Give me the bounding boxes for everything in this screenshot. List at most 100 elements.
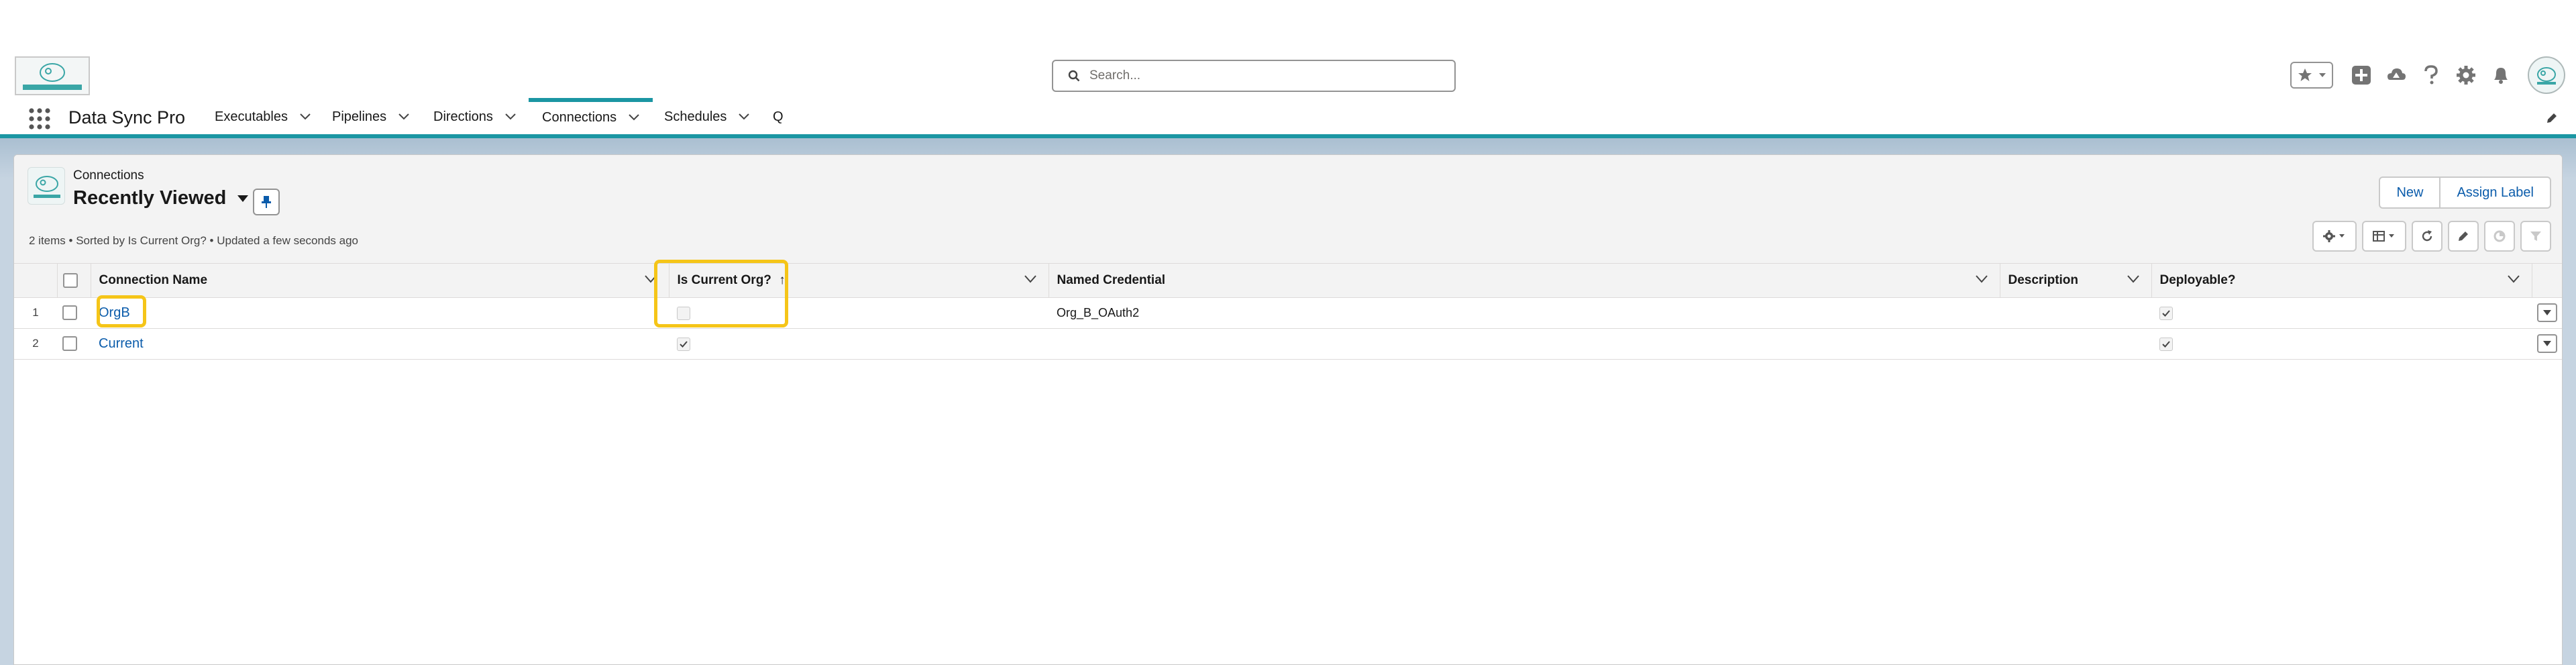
select-all-header bbox=[57, 264, 91, 298]
row-number: 2 bbox=[14, 328, 57, 360]
column-header-deployable[interactable]: Deployable? bbox=[2151, 264, 2532, 298]
nav-tab-directions[interactable]: Directions bbox=[433, 99, 516, 134]
global-create-button[interactable] bbox=[2348, 62, 2375, 89]
help-button[interactable] bbox=[2418, 62, 2445, 89]
nav-tab-label: Schedules bbox=[664, 109, 727, 124]
notifications-button[interactable] bbox=[2487, 62, 2514, 89]
column-header-connection-name[interactable]: Connection Name bbox=[91, 264, 669, 298]
favorites-button[interactable] bbox=[2290, 62, 2333, 89]
list-toolbar bbox=[2307, 221, 2551, 252]
chevron-down-icon[interactable] bbox=[505, 113, 516, 120]
search-input[interactable] bbox=[1089, 68, 1425, 83]
description-cell bbox=[2000, 297, 2151, 329]
pin-list-view-button[interactable] bbox=[253, 189, 280, 215]
edit-nav-icon[interactable] bbox=[2545, 111, 2559, 125]
row-checkbox[interactable] bbox=[62, 305, 77, 321]
global-search[interactable] bbox=[1052, 60, 1456, 92]
new-button[interactable]: New bbox=[2379, 176, 2441, 209]
chevron-down-icon[interactable] bbox=[237, 195, 249, 203]
setup-button[interactable] bbox=[2453, 62, 2479, 89]
nav-tab-label: Connections bbox=[542, 109, 617, 125]
named-credential-cell: Org_B_OAuth2 bbox=[1049, 297, 2000, 329]
row-actions-menu[interactable] bbox=[2537, 334, 2557, 353]
record-link[interactable]: Current bbox=[99, 336, 144, 351]
nav-tab-label: Directions bbox=[433, 109, 493, 124]
nav-tab-schedules[interactable]: Schedules bbox=[664, 99, 750, 134]
row-select-cell bbox=[57, 297, 91, 329]
star-icon bbox=[2298, 68, 2312, 81]
column-header-named-credential[interactable]: Named Credential bbox=[1049, 264, 2000, 298]
list-actions: New Assign Label bbox=[2379, 176, 2551, 209]
chevron-down-icon[interactable] bbox=[1975, 275, 1988, 283]
chevron-down-icon bbox=[2543, 310, 2551, 315]
chevron-down-icon bbox=[2318, 73, 2326, 77]
app-launcher-icon[interactable] bbox=[28, 107, 51, 130]
inline-edit-button[interactable] bbox=[2448, 221, 2479, 252]
deployable-cell bbox=[2151, 328, 2532, 360]
highlight-is-current-org bbox=[654, 260, 788, 327]
row-number-header bbox=[14, 264, 58, 298]
connection-name-cell: Current bbox=[91, 328, 669, 360]
list-view-header: Connections Recently Viewed 2 items • So… bbox=[14, 155, 2562, 264]
nav-tab-connections[interactable]: Connections bbox=[529, 98, 653, 133]
row-checkbox[interactable] bbox=[62, 336, 77, 352]
nav-tab-q[interactable]: Q bbox=[773, 99, 784, 134]
object-label: Connections bbox=[73, 168, 144, 183]
chevron-down-icon[interactable] bbox=[2507, 275, 2520, 283]
plus-icon bbox=[2352, 66, 2371, 85]
nav-tab-label: Pipelines bbox=[332, 109, 387, 124]
column-label: Deployable? bbox=[2159, 272, 2236, 287]
connections-table: Connection Name Is Current Org? ↑ Named … bbox=[14, 264, 2562, 360]
row-number: 1 bbox=[14, 297, 57, 329]
gear-icon bbox=[2323, 230, 2345, 242]
filter-button[interactable] bbox=[2520, 221, 2551, 252]
column-label: Connection Name bbox=[99, 272, 208, 287]
list-settings-button[interactable] bbox=[2312, 221, 2357, 252]
table-row: 2 Current bbox=[14, 328, 2562, 360]
highlight-orgb-link bbox=[97, 295, 146, 327]
checked-checkbox-icon bbox=[2159, 337, 2173, 351]
named-credential-cell bbox=[1049, 328, 2000, 360]
row-actions-menu[interactable] bbox=[2537, 303, 2557, 322]
assign-label-button[interactable]: Assign Label bbox=[2440, 176, 2551, 209]
row-actions-header bbox=[2532, 264, 2562, 298]
list-view-selector[interactable]: Recently Viewed bbox=[73, 187, 249, 209]
row-select-cell bbox=[57, 328, 91, 360]
chevron-down-icon[interactable] bbox=[629, 114, 639, 121]
app-navigation-bar: Data Sync Pro Executables Pipelines Dire… bbox=[0, 98, 2576, 138]
column-header-description[interactable]: Description bbox=[2000, 264, 2152, 298]
pencil-icon bbox=[2459, 232, 2468, 241]
display-as-button[interactable] bbox=[2362, 221, 2406, 252]
list-view-card: Connections Recently Viewed 2 items • So… bbox=[13, 154, 2563, 665]
row-actions-cell bbox=[2532, 328, 2562, 360]
chevron-down-icon[interactable] bbox=[398, 113, 409, 120]
chevron-down-icon[interactable] bbox=[739, 113, 750, 120]
list-view-meta: 2 items • Sorted by Is Current Org? • Up… bbox=[29, 234, 358, 247]
refresh-button[interactable] bbox=[2412, 221, 2443, 252]
trailhead-button[interactable] bbox=[2383, 62, 2410, 89]
app-name: Data Sync Pro bbox=[68, 107, 186, 127]
connection-name-cell: OrgB bbox=[91, 297, 669, 329]
search-icon bbox=[1068, 70, 1080, 82]
company-logo[interactable] bbox=[15, 56, 90, 95]
global-header bbox=[0, 0, 2576, 99]
nav-tab-executables[interactable]: Executables bbox=[215, 99, 311, 134]
chevron-down-icon[interactable] bbox=[1024, 275, 1036, 283]
nav-tab-label: Executables bbox=[215, 109, 288, 124]
charts-button[interactable] bbox=[2484, 221, 2515, 252]
nav-tab-label: Q bbox=[773, 109, 784, 124]
elephant-avatar-icon bbox=[2537, 67, 2556, 85]
chevron-down-icon[interactable] bbox=[2127, 275, 2139, 283]
pin-icon bbox=[262, 196, 271, 208]
chevron-down-icon[interactable] bbox=[300, 113, 311, 120]
description-cell bbox=[2000, 328, 2151, 360]
chart-icon bbox=[2493, 230, 2506, 242]
checked-checkbox-icon bbox=[677, 337, 690, 351]
user-avatar[interactable] bbox=[2528, 56, 2565, 94]
nav-tab-pipelines[interactable]: Pipelines bbox=[332, 99, 409, 134]
select-all-checkbox[interactable] bbox=[62, 272, 78, 288]
deployable-cell bbox=[2151, 297, 2532, 329]
column-label: Description bbox=[2008, 272, 2079, 287]
checked-checkbox-icon bbox=[2159, 306, 2173, 320]
is-current-org-cell bbox=[669, 328, 1049, 360]
